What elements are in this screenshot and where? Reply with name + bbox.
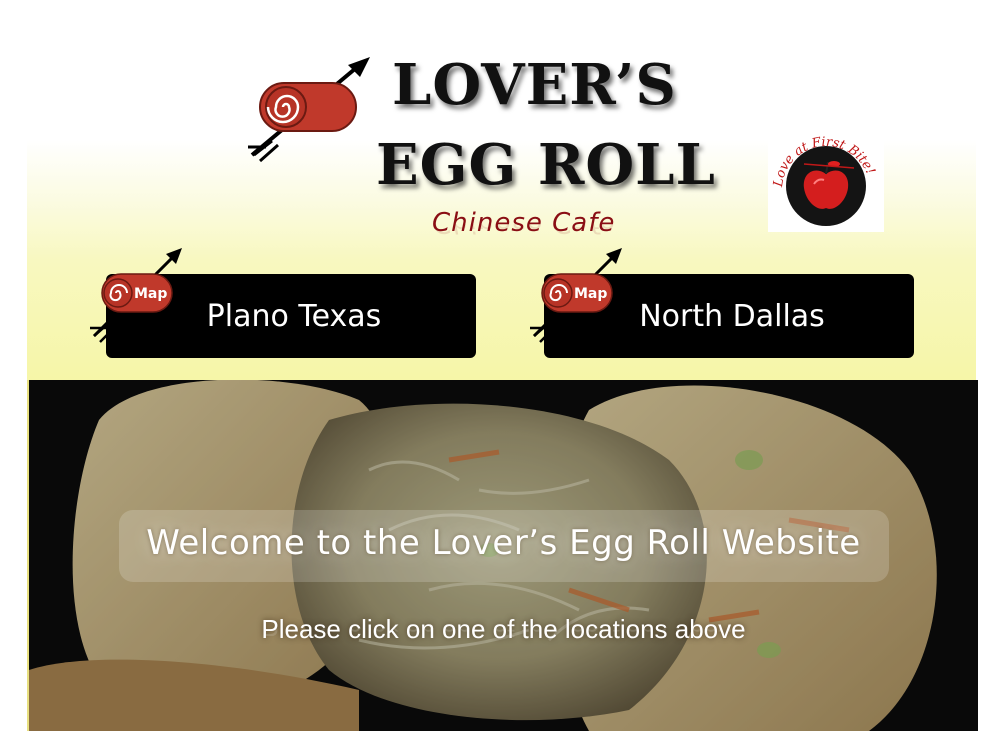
map-pin-icon[interactable]: Map bbox=[88, 248, 184, 344]
subtitle-reflection: Chinese Cafe bbox=[432, 224, 615, 238]
instruction-reflection: Please click on one of the locations abo… bbox=[29, 628, 978, 642]
page: LOVER’S EGG ROLL Chinese Cafe Chinese Ca… bbox=[0, 0, 998, 731]
plano-texas-label: Plano Texas bbox=[206, 298, 382, 334]
title-line-1: LOVER’S bbox=[392, 52, 677, 118]
love-at-first-bite-badge-icon: Love at First Bite! bbox=[768, 128, 884, 232]
map-label: Map bbox=[574, 286, 607, 302]
hero-egg-roll-photo: Welcome to the Lover’s Egg Roll Website … bbox=[27, 380, 978, 731]
north-dallas-label: North Dallas bbox=[639, 298, 825, 334]
title-line-2: EGG ROLL bbox=[376, 132, 716, 198]
welcome-heading: Welcome to the Lover’s Egg Roll Website bbox=[146, 523, 861, 563]
map-pin-icon[interactable]: Map bbox=[528, 248, 624, 344]
egg-roll-logo-icon bbox=[248, 57, 370, 163]
map-label: Map bbox=[134, 286, 167, 302]
